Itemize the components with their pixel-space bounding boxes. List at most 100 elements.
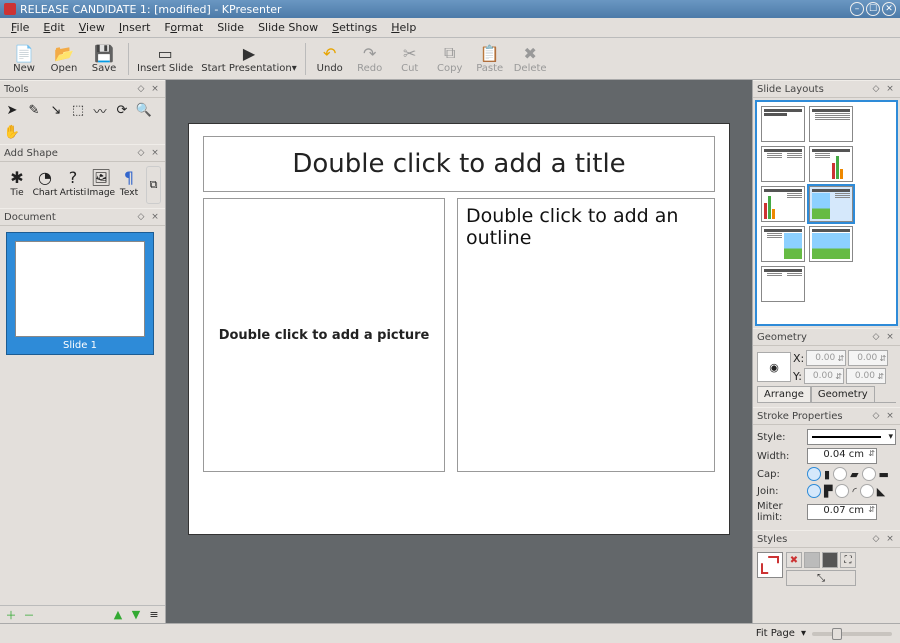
style-expand-icon[interactable]: ⛶ <box>840 552 856 568</box>
layout-image[interactable] <box>809 226 853 262</box>
pointer-tool-icon[interactable]: ➤ <box>4 102 20 118</box>
add-slide-button[interactable]: ＋ <box>4 608 18 622</box>
join-miter[interactable] <box>807 484 821 498</box>
remove-slide-button[interactable]: － <box>22 608 36 622</box>
menu-file[interactable]: File <box>4 19 36 36</box>
panel-close-icon[interactable]: × <box>149 83 161 95</box>
layout-title[interactable] <box>761 106 805 142</box>
shape-tool-icon[interactable]: ⬚ <box>70 102 86 118</box>
zoom-slider[interactable] <box>812 632 892 636</box>
anchor-preview[interactable]: ◉ <box>757 352 791 382</box>
menu-edit[interactable]: Edit <box>36 19 71 36</box>
insert-slide-button[interactable]: ▭Insert Slide <box>133 39 197 79</box>
style-delete-icon[interactable]: ✖ <box>786 552 802 568</box>
layout-outline[interactable] <box>809 106 853 142</box>
layout-image-text[interactable] <box>809 186 853 222</box>
panel-detach-icon[interactable]: ◇ <box>135 83 147 95</box>
panel-close-icon[interactable]: × <box>884 410 896 422</box>
open-icon: 📂 <box>54 43 74 63</box>
start-presentation-button[interactable]: ▶Start Presentation▾ <box>197 39 300 79</box>
panel-detach-icon[interactable]: ◇ <box>135 211 147 223</box>
save-button[interactable]: 💾Save <box>84 39 124 79</box>
copy-icon: ⧉ <box>440 43 460 63</box>
x-input[interactable]: 0.00 <box>806 350 846 366</box>
picture-placeholder[interactable]: Double click to add a picture <box>203 198 445 472</box>
miter-limit-input[interactable]: 0.07 cm <box>807 504 877 520</box>
layout-2outline[interactable] <box>761 266 805 302</box>
cap-round[interactable] <box>833 467 847 481</box>
h-input[interactable]: 0.00 <box>846 368 886 384</box>
outline-placeholder-text: Double click to add an outline <box>466 205 678 249</box>
slide-menu-button[interactable]: ≡ <box>147 608 161 622</box>
panel-detach-icon[interactable]: ◇ <box>135 147 147 159</box>
menu-insert[interactable]: Insert <box>112 19 158 36</box>
move-down-button[interactable]: ▼ <box>129 608 143 622</box>
zoom-tool-icon[interactable]: 🔍 <box>136 102 152 118</box>
paste-icon: 📋 <box>480 43 500 63</box>
pan-tool-icon[interactable]: ✋ <box>4 124 20 140</box>
slide-thumbnail-1[interactable]: Slide 1 <box>6 232 154 355</box>
shape-more-button[interactable]: ⧉ <box>146 166 161 204</box>
y-input[interactable]: 0.00 <box>804 368 844 384</box>
panel-close-icon[interactable]: × <box>149 211 161 223</box>
join-round[interactable] <box>835 484 849 498</box>
shape-image[interactable]: 🖼Image <box>88 166 114 204</box>
layout-chart-text[interactable] <box>761 186 805 222</box>
calligraphy-tool-icon[interactable]: 〰 <box>92 102 108 118</box>
open-button[interactable]: 📂Open <box>44 39 84 79</box>
shape-tie[interactable]: ✱Tie <box>4 166 30 204</box>
outline-placeholder[interactable]: Double click to add an outline <box>457 198 715 472</box>
menu-help[interactable]: Help <box>384 19 423 36</box>
panel-detach-icon[interactable]: ◇ <box>870 331 882 343</box>
shape-chart[interactable]: ◔Chart <box>32 166 58 204</box>
menu-slideshow[interactable]: Slide Show <box>251 19 325 36</box>
menu-view[interactable]: View <box>72 19 112 36</box>
panel-close-icon[interactable]: × <box>884 83 896 95</box>
canvas-area[interactable]: Double click to add a title Double click… <box>166 80 752 623</box>
slide-page: Double click to add a title Double click… <box>189 124 729 534</box>
undo-button[interactable]: ↶Undo <box>310 39 350 79</box>
panel-detach-icon[interactable]: ◇ <box>870 410 882 422</box>
w-input[interactable]: 0.00 <box>848 350 888 366</box>
panel-detach-icon[interactable]: ◇ <box>870 533 882 545</box>
cap-square[interactable] <box>862 467 876 481</box>
layout-text-chart[interactable] <box>809 146 853 182</box>
layout-text-image[interactable] <box>761 226 805 262</box>
panel-close-icon[interactable]: × <box>149 147 161 159</box>
join-bevel[interactable] <box>860 484 874 498</box>
style-fill-gray[interactable] <box>804 552 820 568</box>
style-default[interactable] <box>757 552 783 578</box>
connector-tool-icon[interactable]: ↘ <box>48 102 64 118</box>
tab-geometry[interactable]: Geometry <box>811 386 875 402</box>
tab-arrange[interactable]: Arrange <box>757 386 811 402</box>
menu-settings[interactable]: Settings <box>325 19 384 36</box>
delete-icon: ✖ <box>520 43 540 63</box>
tie-icon: ✱ <box>6 166 28 188</box>
text-tool-icon[interactable]: ✎ <box>26 102 42 118</box>
shape-text[interactable]: ¶Text <box>116 166 142 204</box>
panel-close-icon[interactable]: × <box>884 331 896 343</box>
close-button[interactable]: ✕ <box>882 2 896 16</box>
cap-square-icon: ▬ <box>879 468 889 481</box>
menu-slide[interactable]: Slide <box>210 19 251 36</box>
delete-button: ✖Delete <box>510 39 551 79</box>
cap-butt[interactable] <box>807 467 821 481</box>
panel-detach-icon[interactable]: ◇ <box>870 83 882 95</box>
style-fill-dark[interactable] <box>822 552 838 568</box>
title-placeholder[interactable]: Double click to add a title <box>203 136 715 192</box>
rotate-tool-icon[interactable]: ⟳ <box>114 102 130 118</box>
shape-artistic[interactable]: ?Artisti <box>60 166 86 204</box>
new-button[interactable]: 📄New <box>4 39 44 79</box>
maximize-button[interactable]: ☐ <box>866 2 880 16</box>
panel-close-icon[interactable]: × <box>884 533 896 545</box>
join-bevel-icon: ◣ <box>877 485 885 498</box>
slide-layouts-title: Slide Layouts <box>757 84 824 95</box>
move-up-button[interactable]: ▲ <box>111 608 125 622</box>
menu-format[interactable]: Format <box>157 19 210 36</box>
layout-2col[interactable] <box>761 146 805 182</box>
stroke-width-input[interactable]: 0.04 cm <box>807 448 877 464</box>
zoom-dropdown-icon[interactable]: ▾ <box>801 628 806 639</box>
minimize-button[interactable]: – <box>850 2 864 16</box>
stroke-style-select[interactable] <box>807 429 896 445</box>
style-resize-icon[interactable]: ⤡ <box>786 570 856 586</box>
